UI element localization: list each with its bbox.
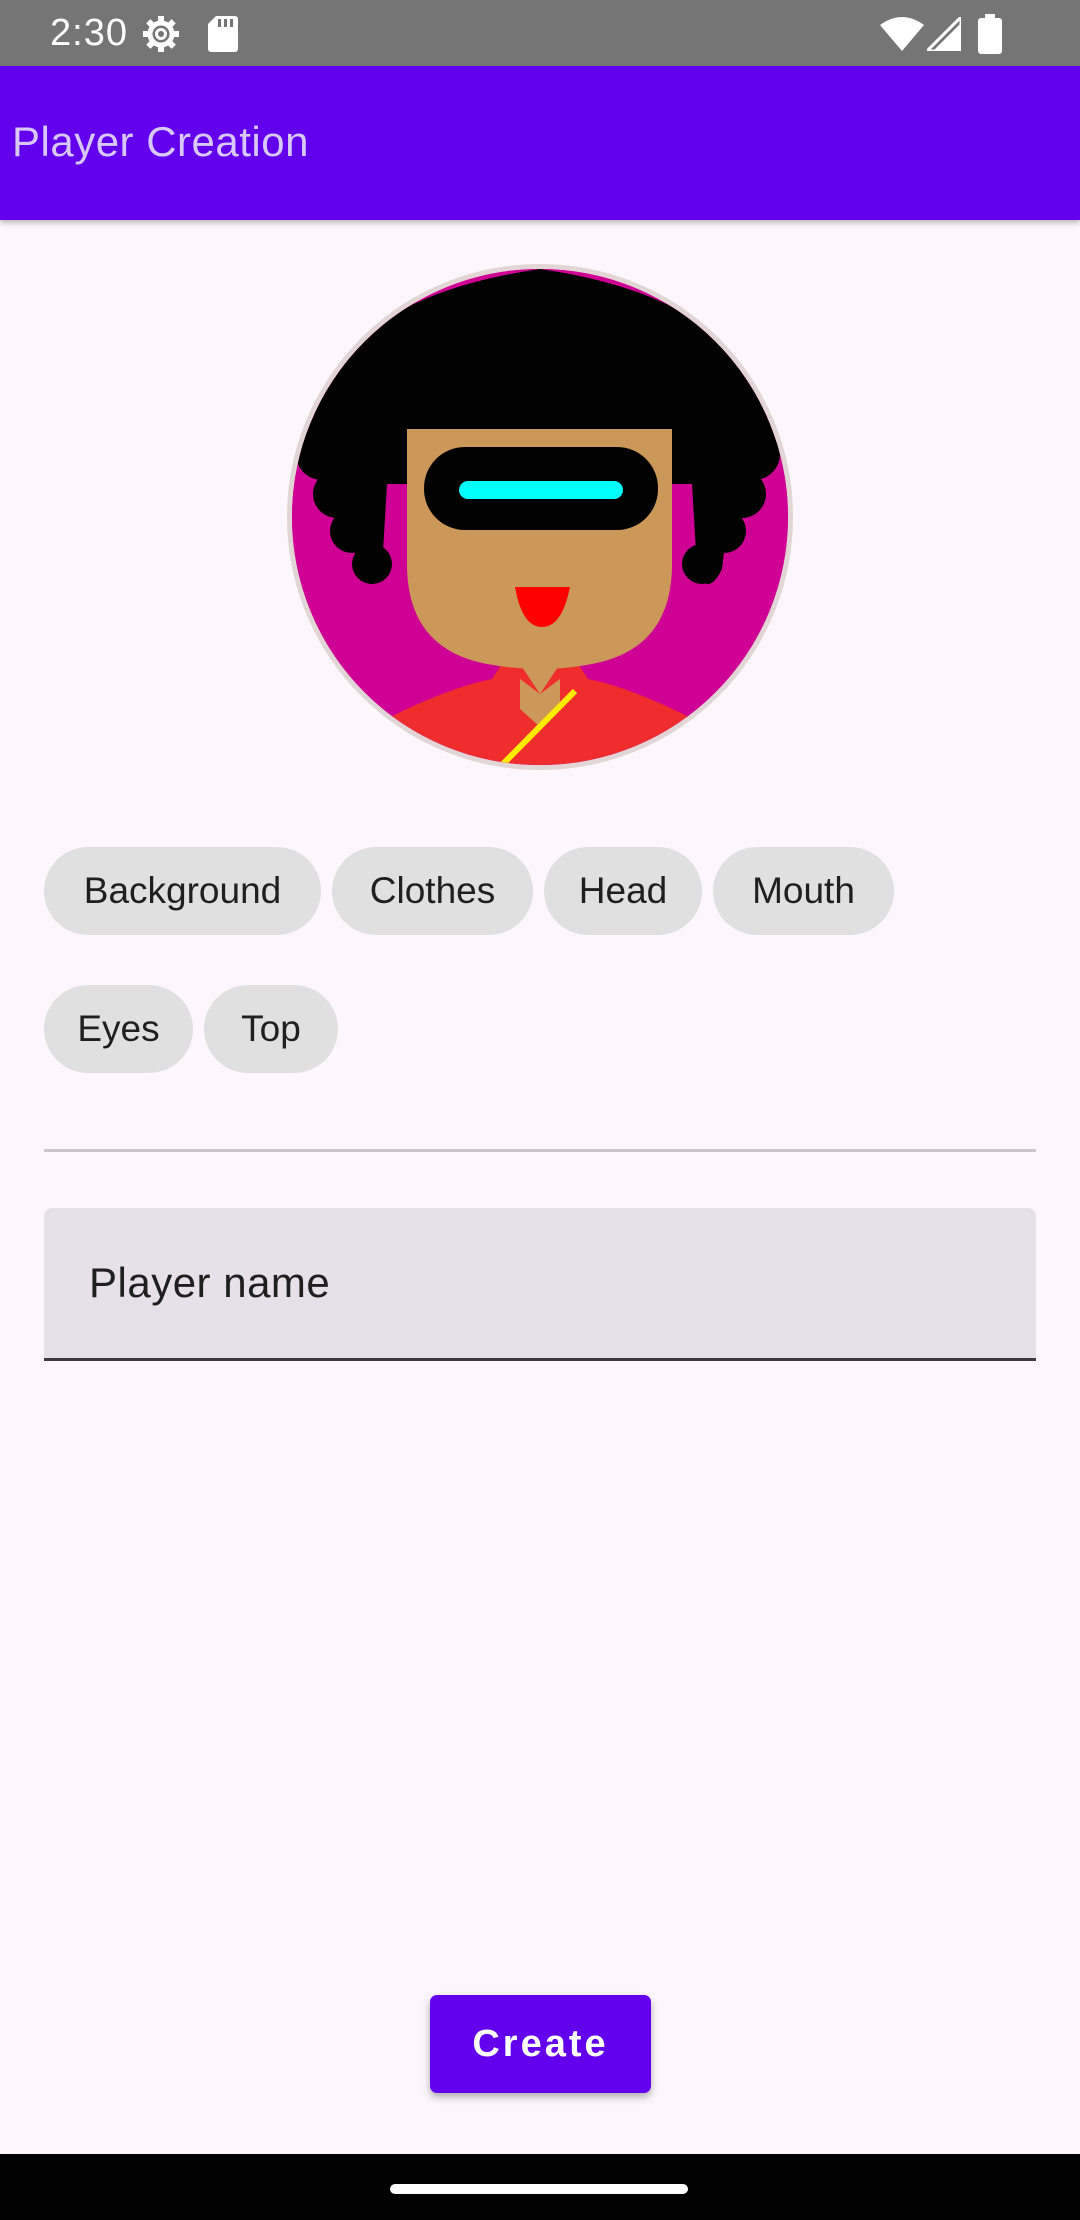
wifi-icon: [880, 17, 924, 51]
chip-top[interactable]: Top: [204, 985, 338, 1073]
status-time: 2:30: [50, 12, 128, 54]
settings-gear-icon: [143, 16, 179, 52]
chip-clothes[interactable]: Clothes: [332, 847, 533, 935]
avatar-visor-light: [459, 481, 623, 499]
chip-label: Clothes: [369, 870, 496, 911]
chip-label: Top: [241, 1008, 301, 1049]
chip-label: Background: [83, 870, 282, 911]
avatar-illustration: [292, 269, 788, 765]
divider: [44, 1149, 1036, 1152]
chip-head[interactable]: Head: [544, 847, 702, 935]
player-avatar: [287, 264, 793, 770]
cellular-signal-icon: [927, 17, 961, 51]
chip-eyes[interactable]: Eyes: [44, 985, 193, 1073]
create-button[interactable]: Create: [430, 1995, 651, 2093]
chip-background[interactable]: Background: [44, 847, 321, 935]
status-bar: 2:30: [0, 0, 1080, 66]
navigation-bar: [0, 2154, 1080, 2220]
chip-label: Eyes: [77, 1008, 160, 1049]
chip-mouth[interactable]: Mouth: [713, 847, 894, 935]
app-title: Player Creation: [12, 118, 309, 165]
chip-label: Head: [578, 870, 668, 911]
player-name-label: Player name: [89, 1259, 331, 1306]
player-name-field[interactable]: Player name: [44, 1208, 1036, 1361]
home-gesture-handle[interactable]: [390, 2184, 688, 2194]
create-button-label: Create: [472, 2023, 609, 2065]
sd-card-icon: [208, 16, 238, 52]
app-bar: Player Creation: [0, 66, 1080, 220]
battery-icon: [978, 14, 1002, 54]
avatar-fringe: [407, 374, 672, 429]
chip-label: Mouth: [752, 870, 855, 911]
